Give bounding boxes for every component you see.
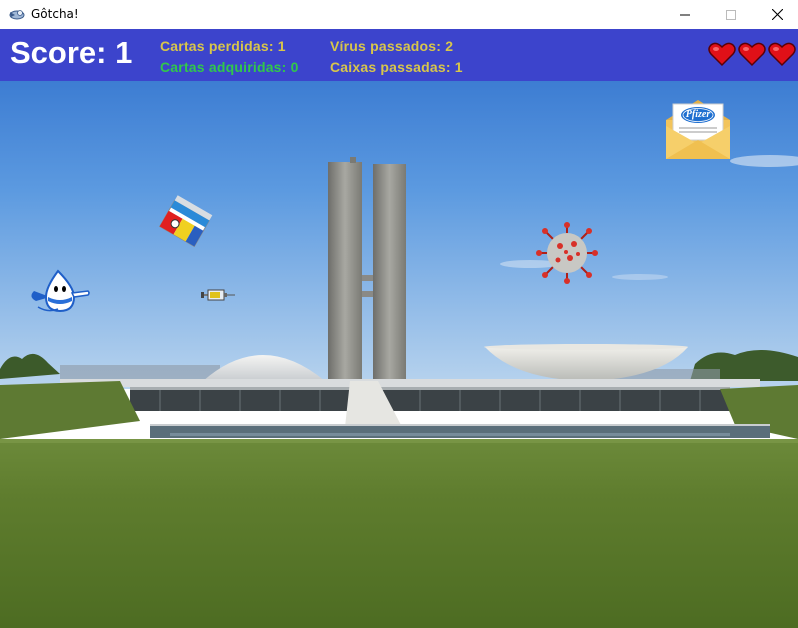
game-canvas[interactable]: Score: 1 Cartas perdidas: 1 Cartas adqui… (0, 29, 798, 628)
coronavirus-icon (536, 222, 598, 284)
cartas-adquiridas-label: Cartas adquiridas: 0 (160, 59, 299, 75)
syringe-icon (201, 289, 235, 301)
window-title: Gôtcha! (31, 7, 79, 21)
maximize-button[interactable] (708, 0, 754, 29)
lives-indicator (708, 41, 796, 67)
pfizer-letter: Pfizer (665, 98, 731, 160)
close-button[interactable] (754, 0, 798, 29)
virus-passados-label: Vírus passados: 2 (330, 38, 454, 54)
medicine-box-icon (158, 195, 213, 248)
minimize-icon (680, 14, 690, 15)
app-bird-icon (9, 10, 25, 20)
heart-icon (768, 42, 796, 67)
heart-icon (708, 42, 736, 67)
maximize-icon (726, 9, 736, 20)
cartas-perdidas-label: Cartas perdidas: 1 (160, 38, 286, 54)
score-label: Score: 1 (10, 35, 133, 70)
pfizer-brand-label: Pfizer (685, 109, 711, 120)
player-droplet-icon (31, 269, 90, 313)
minimize-button[interactable] (662, 0, 708, 29)
hud-bar: Score: 1 Cartas perdidas: 1 Cartas adqui… (0, 29, 798, 81)
heart-icon (738, 42, 766, 67)
caixas-passadas-label: Caixas passadas: 1 (330, 59, 463, 75)
envelope-icon (666, 100, 730, 159)
window-titlebar: Gôtcha! (0, 0, 798, 29)
close-icon (771, 9, 783, 20)
